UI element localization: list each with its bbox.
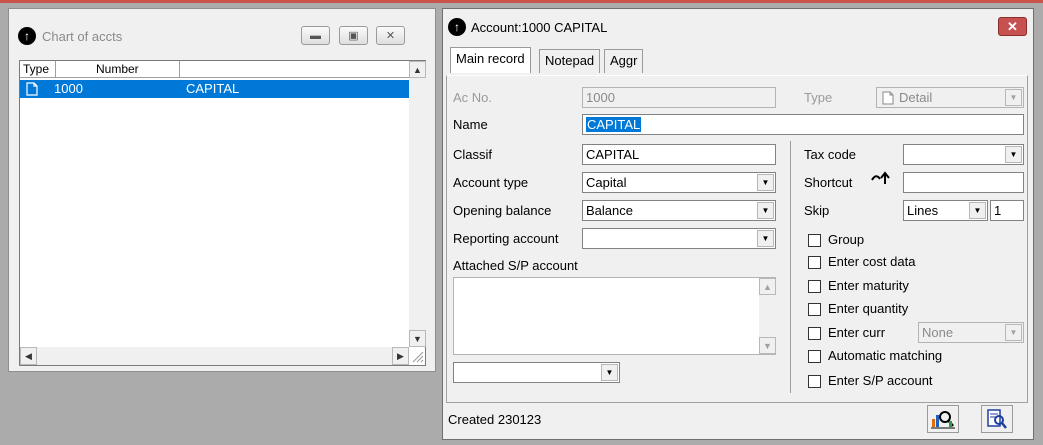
- enter-sp-account-checkbox[interactable]: [808, 375, 821, 388]
- opening-balance-value: Balance: [586, 203, 633, 218]
- account-window: ↑ Account:1000 CAPITAL ✕ Main record Not…: [442, 8, 1034, 440]
- enter-maturity-label: Enter maturity: [828, 278, 909, 293]
- skip-count-field[interactable]: 1: [990, 200, 1024, 221]
- tab-aggr[interactable]: Aggr: [604, 49, 644, 73]
- close-button[interactable]: ✕: [998, 17, 1027, 36]
- account-type-dropdown[interactable]: Capital ▼: [582, 172, 776, 193]
- enter-quantity-label: Enter quantity: [828, 301, 909, 316]
- document-icon: [26, 82, 38, 96]
- column-header-type[interactable]: Type: [20, 61, 56, 78]
- column-divider: [790, 141, 791, 393]
- accounts-list[interactable]: Type Number 1000 CAPITAL ▲ ▼ ◀ ▶: [19, 60, 426, 366]
- classif-label: Classif: [453, 147, 493, 162]
- enter-curr-label: Enter curr: [828, 325, 886, 340]
- close-button[interactable]: ✕: [376, 26, 405, 45]
- status-text: Created 230123: [448, 412, 542, 427]
- enter-cost-data-label: Enter cost data: [828, 254, 916, 269]
- type-dropdown[interactable]: Detail ▼: [876, 87, 1024, 108]
- chevron-down-icon[interactable]: ▼: [757, 174, 774, 191]
- chevron-down-icon[interactable]: ▼: [1005, 146, 1022, 163]
- textarea-scrollbar[interactable]: ▲ ▼: [759, 278, 776, 354]
- chart-window-title: Chart of accts: [42, 29, 123, 44]
- table-row[interactable]: 1000 CAPITAL: [20, 80, 409, 98]
- scroll-down-arrow-icon[interactable]: ▼: [759, 337, 776, 354]
- account-type-value: Capital: [586, 175, 627, 190]
- chevron-down-icon[interactable]: ▼: [757, 202, 774, 219]
- tab-notepad[interactable]: Notepad: [539, 49, 601, 73]
- automatic-matching-label: Automatic matching: [828, 348, 943, 363]
- document-icon: [882, 91, 894, 105]
- shortcut-label: Shortcut: [804, 175, 853, 190]
- reporting-account-dropdown[interactable]: ▼: [582, 228, 776, 249]
- column-header-number[interactable]: Number: [56, 61, 180, 78]
- group-checkbox[interactable]: [808, 234, 821, 247]
- desktop-top-border: [0, 0, 1043, 3]
- opening-balance-label: Opening balance: [453, 203, 552, 218]
- shortcut-arrow-icon: [871, 171, 890, 184]
- ac-no-label: Ac No.: [453, 90, 493, 105]
- scroll-up-arrow-icon[interactable]: ▲: [409, 61, 426, 78]
- vertical-scrollbar[interactable]: ▲ ▼: [409, 61, 426, 347]
- scroll-right-arrow-icon[interactable]: ▶: [392, 347, 409, 365]
- attached-sp-textarea[interactable]: ▲ ▼: [453, 277, 776, 355]
- group-label: Group: [828, 232, 865, 247]
- row-number: 1000: [54, 81, 83, 96]
- list-header: Type Number: [20, 61, 409, 78]
- enter-cost-data-checkbox[interactable]: [808, 256, 821, 269]
- minimize-button[interactable]: ▬: [301, 26, 330, 45]
- tab-strip: Main record Notepad Aggr: [448, 47, 1028, 75]
- type-value: Detail: [899, 90, 933, 105]
- scroll-up-arrow-icon[interactable]: ▲: [759, 278, 776, 295]
- resize-grip-icon[interactable]: [411, 350, 424, 363]
- enter-sp-account-label: Enter S/P account: [828, 373, 933, 388]
- chevron-down-icon[interactable]: ▼: [601, 364, 618, 381]
- chevron-down-icon[interactable]: ▼: [969, 202, 986, 219]
- chart-analysis-icon: [931, 411, 955, 429]
- reporting-account-label: Reporting account: [453, 231, 559, 246]
- lookup-button[interactable]: [981, 405, 1013, 433]
- chevron-down-icon[interactable]: ▼: [757, 230, 774, 247]
- shortcut-field[interactable]: [903, 172, 1024, 193]
- info-circle-icon: ↑: [18, 27, 36, 45]
- enter-quantity-checkbox[interactable]: [808, 303, 821, 316]
- chevron-down-icon[interactable]: ▼: [1005, 324, 1022, 341]
- attached-sp-label: Attached S/P account: [453, 258, 578, 273]
- info-circle-icon: ↑: [448, 18, 466, 36]
- skip-label: Skip: [804, 203, 830, 218]
- row-name: CAPITAL: [186, 81, 240, 96]
- account-analysis-button[interactable]: [927, 405, 959, 433]
- name-label: Name: [453, 117, 488, 132]
- opening-balance-dropdown[interactable]: Balance ▼: [582, 200, 776, 221]
- attached-sp-dropdown[interactable]: ▼: [453, 362, 620, 383]
- type-label: Type: [804, 90, 833, 105]
- horizontal-scrollbar[interactable]: ◀ ▶: [20, 347, 409, 365]
- account-window-title: Account:1000 CAPITAL: [471, 20, 608, 35]
- currency-value: None: [922, 325, 954, 340]
- document-search-icon: [987, 409, 1007, 429]
- name-field[interactable]: CAPITAL: [582, 114, 1024, 135]
- tax-code-label: Tax code: [804, 147, 857, 162]
- maximize-button[interactable]: ▣: [339, 26, 368, 45]
- enter-maturity-checkbox[interactable]: [808, 280, 821, 293]
- enter-curr-checkbox[interactable]: [808, 327, 821, 340]
- tax-code-dropdown[interactable]: ▼: [903, 144, 1024, 165]
- tab-main-record[interactable]: Main record: [450, 47, 531, 73]
- name-value: CAPITAL: [586, 117, 642, 132]
- ac-no-field[interactable]: 1000: [582, 87, 776, 108]
- skip-unit-dropdown[interactable]: Lines ▼: [903, 200, 988, 221]
- account-type-label: Account type: [453, 175, 529, 190]
- chart-of-accounts-window: ↑ Chart of accts ▬ ▣ ✕ Type Number 1000 …: [8, 8, 436, 372]
- classif-field[interactable]: CAPITAL: [582, 144, 776, 165]
- scroll-left-arrow-icon[interactable]: ◀: [20, 347, 37, 365]
- currency-dropdown[interactable]: None ▼: [918, 322, 1024, 343]
- skip-unit-value: Lines: [907, 203, 939, 218]
- automatic-matching-checkbox[interactable]: [808, 350, 821, 363]
- scroll-down-arrow-icon[interactable]: ▼: [409, 330, 426, 347]
- chevron-down-icon[interactable]: ▼: [1005, 89, 1022, 106]
